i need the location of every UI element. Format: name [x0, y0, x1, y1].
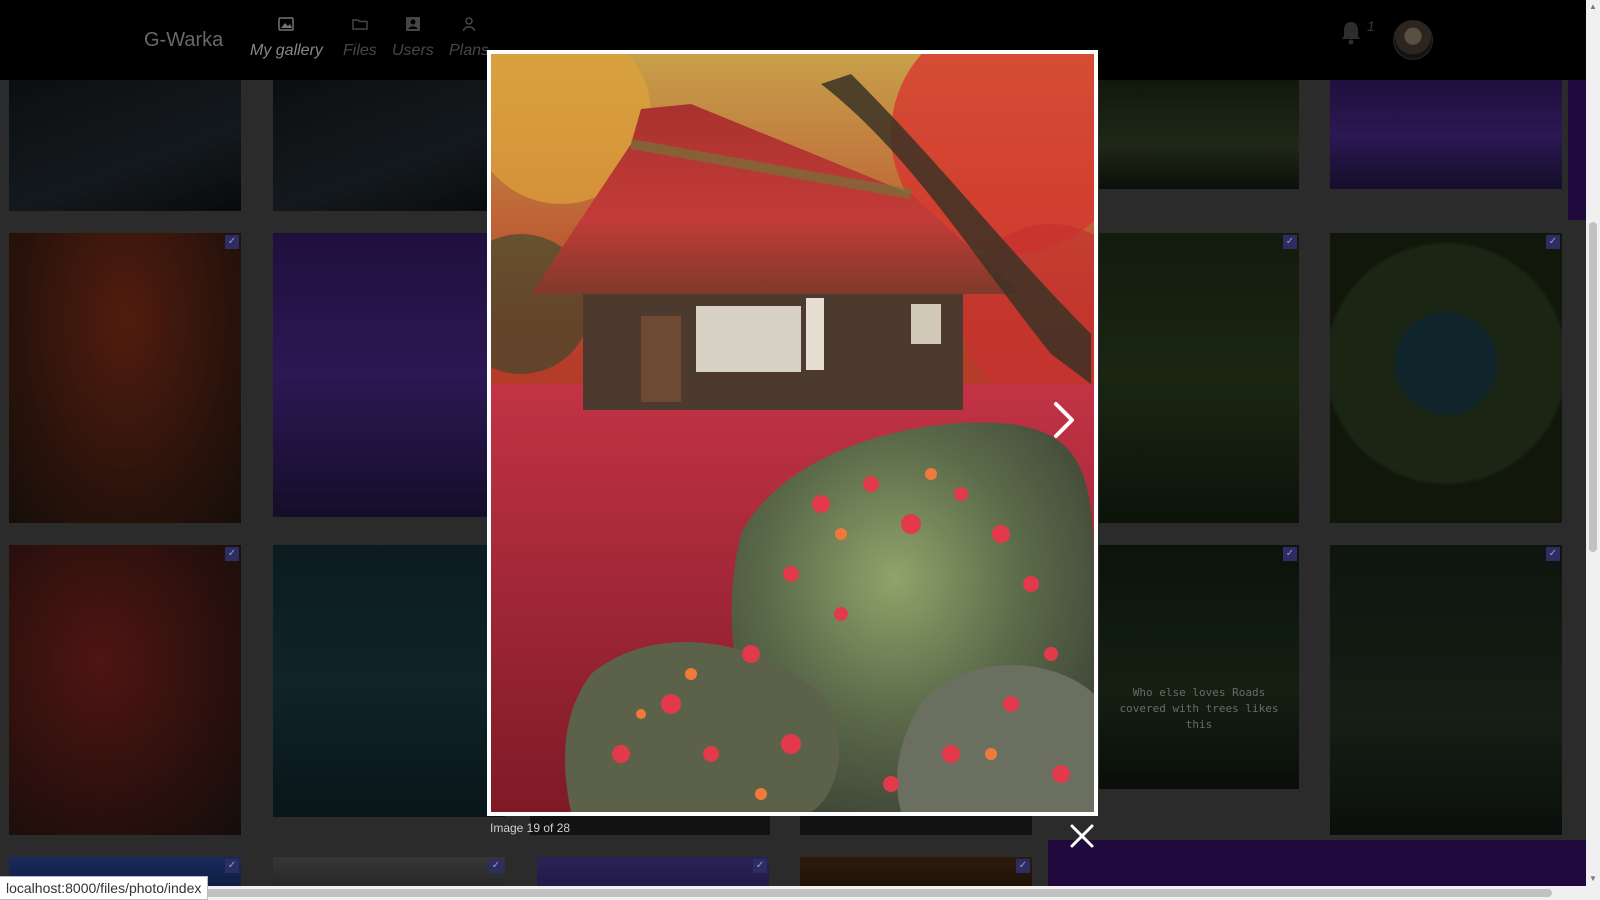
gallery-tile[interactable]: ✓: [1099, 233, 1299, 523]
checkbox-checked-icon[interactable]: ✓: [225, 235, 239, 249]
user-card-icon: [392, 16, 434, 34]
folder-icon: [343, 16, 377, 34]
checkbox-checked-icon[interactable]: ✓: [225, 547, 239, 561]
panel-accent-strip: [1568, 80, 1586, 220]
gallery-tile[interactable]: ✓ Who else loves Roads covered with tree…: [1099, 545, 1299, 789]
horizontal-scroll-thumb[interactable]: [12, 889, 1552, 897]
checkbox-checked-icon[interactable]: ✓: [753, 859, 767, 873]
nav-label: Files: [343, 42, 377, 59]
status-bar-url: localhost:8000/files/photo/index: [0, 876, 209, 900]
gallery-tile[interactable]: [1099, 80, 1299, 189]
checkbox-checked-icon[interactable]: ✓: [1546, 547, 1560, 561]
person-icon: [449, 16, 489, 34]
lightbox-caption: Image 19 of 28: [490, 821, 571, 835]
gallery-tile[interactable]: [9, 80, 241, 211]
nav-files[interactable]: Files: [343, 16, 377, 60]
brand-logo[interactable]: G-Warka: [144, 29, 223, 52]
scroll-down-arrow-icon[interactable]: ▼: [1589, 874, 1597, 883]
notification-bell-icon[interactable]: [1340, 20, 1362, 51]
vertical-scrollbar[interactable]: ▲ ▼: [1586, 0, 1600, 900]
checkbox-checked-icon[interactable]: ✓: [1546, 235, 1560, 249]
lightbox-photo: [491, 54, 1094, 812]
checkbox-checked-icon[interactable]: ✓: [1283, 235, 1297, 249]
gallery-tile[interactable]: ✓: [1330, 545, 1562, 835]
checkbox-checked-icon[interactable]: ✓: [489, 859, 503, 873]
gallery-tile[interactable]: ✓: [9, 545, 241, 835]
chevron-right-icon: [1054, 402, 1074, 438]
notification-count: 1: [1367, 18, 1375, 34]
tile-caption: Who else loves Roads covered with trees …: [1119, 686, 1279, 731]
avatar[interactable]: [1393, 20, 1433, 60]
vertical-scroll-thumb[interactable]: [1589, 222, 1597, 552]
gallery-tile[interactable]: ✓: [9, 233, 241, 523]
nav-users[interactable]: Users: [392, 16, 434, 60]
gallery-tile[interactable]: [273, 545, 505, 817]
gallery-tile[interactable]: [273, 233, 505, 517]
horizontal-scrollbar[interactable]: [0, 886, 1586, 900]
image-icon: [250, 16, 323, 34]
close-icon: [1070, 824, 1094, 848]
nav-label: Users: [392, 42, 434, 59]
checkbox-checked-icon[interactable]: ✓: [1016, 859, 1030, 873]
scroll-up-arrow-icon[interactable]: ▲: [1589, 2, 1597, 11]
nav-label: Plans: [449, 42, 490, 59]
nav-my-gallery[interactable]: My gallery: [250, 16, 323, 60]
gallery-tile[interactable]: ✓: [1330, 233, 1562, 523]
checkbox-checked-icon[interactable]: ✓: [225, 859, 239, 873]
next-image-button[interactable]: [1046, 398, 1082, 442]
gallery-tile[interactable]: [1330, 80, 1562, 189]
gallery-tile[interactable]: [273, 80, 505, 211]
checkbox-checked-icon[interactable]: ✓: [1283, 547, 1297, 561]
nav-plans[interactable]: Plans: [449, 16, 489, 60]
nav-label: My gallery: [250, 42, 323, 59]
gallery-tile[interactable]: [800, 813, 1032, 835]
close-lightbox-button[interactable]: [1068, 822, 1096, 850]
lightbox-image-frame: [487, 50, 1098, 816]
